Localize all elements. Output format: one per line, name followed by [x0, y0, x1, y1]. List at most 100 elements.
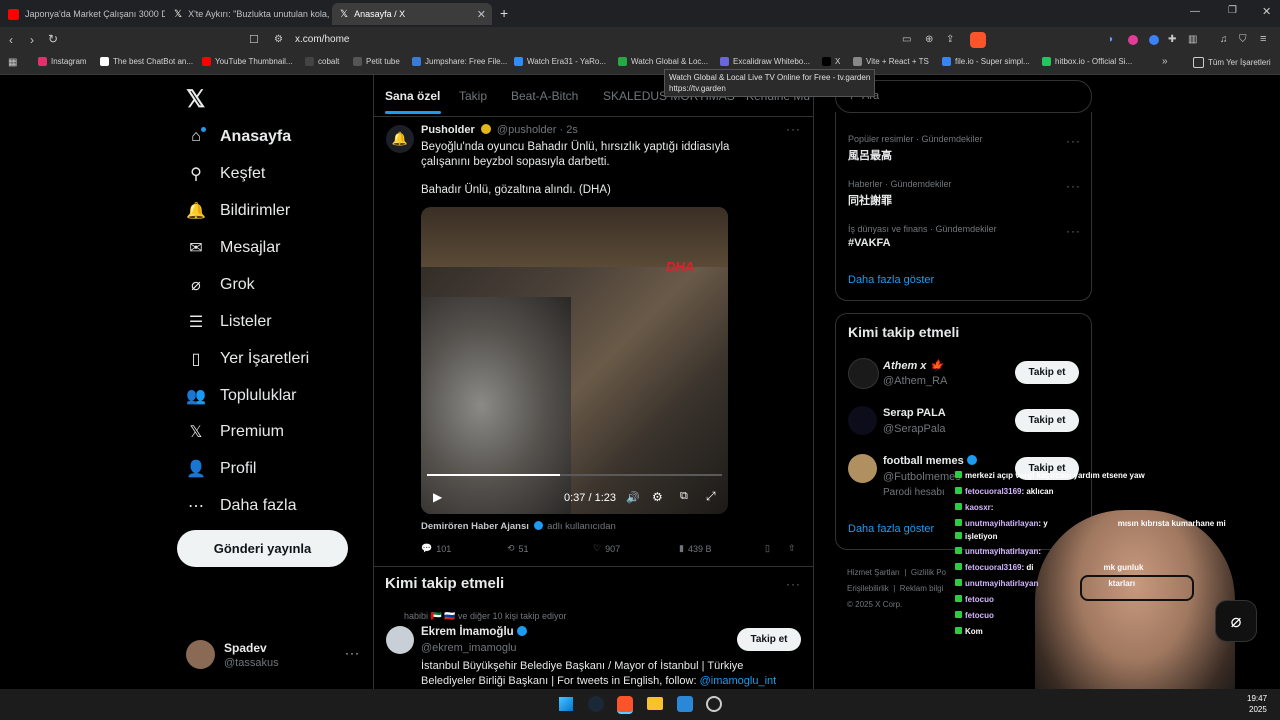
play-icon[interactable]: ▶ [433, 490, 442, 504]
suggest-handle[interactable]: @Futbolmemes [883, 471, 961, 483]
bookmark-item[interactable]: Petit tube [353, 57, 400, 66]
tab-x-aykiri[interactable]: 𝕏 X'te Aykırı: "Buzlukta unutulan kola, … [166, 3, 331, 25]
bookmark-icon[interactable]: ▯ [765, 543, 770, 554]
more-bookmarks-icon[interactable]: » [1162, 56, 1168, 68]
follow-button[interactable]: Takip et [1015, 409, 1079, 432]
tweet-author[interactable]: Pusholder [421, 124, 475, 136]
suggest-name[interactable]: football memes [883, 455, 977, 467]
new-tab-button[interactable]: + [500, 5, 508, 21]
settings-gear-icon[interactable]: ⚙ [652, 490, 663, 504]
bookmark-page-icon[interactable]: ☐ [249, 34, 259, 46]
cast-icon[interactable]: ▭ [902, 34, 911, 46]
tab-youtube[interactable]: Japonya'da Market Çalışanı 3000 Dol [0, 3, 165, 25]
avatar[interactable] [848, 406, 877, 435]
nav-item[interactable]: ⌂ Anasayfa [186, 127, 291, 147]
ekrem-avatar[interactable] [386, 626, 414, 654]
nav-item[interactable]: 👤 Profil [186, 459, 256, 479]
windows-start-icon[interactable] [559, 697, 573, 711]
bookmark-item[interactable]: Excalidraw Whitebo... [720, 57, 810, 66]
tweet-more-icon[interactable]: ··· [786, 122, 801, 136]
footer-link[interactable]: Reklam bilgi [900, 584, 944, 593]
nav-item[interactable]: ☰ Listeler [186, 312, 272, 332]
nav-item[interactable]: 🔔 Bildirimler [186, 201, 290, 221]
like-button[interactable]: ♡ 907 [593, 543, 620, 554]
share-icon[interactable]: ⇧ [788, 543, 796, 554]
nav-item[interactable]: 𝕏 Premium [186, 422, 284, 442]
nav-item[interactable]: ✉ Mesajlar [186, 238, 280, 258]
trend-item[interactable]: Popüler resimler · Gündemdekiler 風呂最高 [848, 134, 983, 163]
suggest-handle[interactable]: @SerapPala [883, 423, 946, 435]
minimize-button[interactable]: — [1190, 6, 1200, 17]
bookmark-item[interactable]: Watch Global & Loc... [618, 57, 708, 66]
avatar[interactable] [186, 640, 215, 669]
trend-more-icon[interactable]: ··· [1066, 224, 1081, 238]
suggest-handle[interactable]: @Athem_RA [883, 375, 947, 387]
tweet-time[interactable]: · 2s [559, 124, 577, 136]
nav-item[interactable]: ⋯ Daha fazla [186, 496, 297, 516]
trends-show-more[interactable]: Daha fazla göster [848, 274, 934, 286]
nav-item[interactable]: 👥 Topluluklar [186, 386, 296, 406]
reply-button[interactable]: 💬 101 [421, 543, 451, 554]
repost-button[interactable]: ⟲ 51 [507, 543, 529, 554]
apps-grid-icon[interactable]: ▦ [8, 57, 17, 69]
trend-more-icon[interactable]: ··· [1066, 134, 1081, 148]
bookmark-item[interactable]: X [822, 57, 840, 66]
zoom-icon[interactable]: ⊕ [925, 34, 933, 46]
extensions-puzzle-icon[interactable]: ✚ [1168, 34, 1176, 46]
forward-icon[interactable]: › [30, 34, 34, 46]
avatar[interactable] [848, 454, 877, 483]
fullscreen-icon[interactable]: ⤢ [706, 489, 716, 504]
nav-item[interactable]: ⌀ Grok [186, 275, 255, 295]
vpn-icon[interactable]: ⛉ [1239, 34, 1247, 46]
sidebar-icon[interactable]: ▥ [1188, 34, 1197, 46]
bookmark-item[interactable]: Watch Era31 - YaRo... [514, 57, 606, 66]
trend-item[interactable]: Haberler · Gündemdekiler 同社謝罪 [848, 179, 952, 208]
bookmark-item[interactable]: hitbox.io - Official Si... [1042, 57, 1132, 66]
nav-item[interactable]: ▯ Yer İşaretleri [186, 349, 310, 369]
reload-icon[interactable]: ↻ [48, 33, 58, 45]
footer-link[interactable]: Erişilebilirlik [847, 584, 889, 593]
footer-link[interactable]: Hizmet Şartları [847, 568, 900, 577]
video-source-name[interactable]: Demirören Haber Ajansı [421, 521, 529, 532]
extension-blue-icon[interactable] [1149, 35, 1159, 45]
post-button[interactable]: Gönderi yayınla [177, 530, 348, 567]
follow-ekrem-button[interactable]: Takip et [737, 628, 801, 651]
wtf-bio-link[interactable]: @imamoglu_int [700, 675, 777, 687]
tweet-handle[interactable]: @pusholder [497, 124, 556, 136]
pusholder-avatar-bell-icon[interactable]: 🔔 [386, 125, 414, 153]
site-settings-icon[interactable]: ⚙ [274, 34, 283, 46]
nav-item[interactable]: ⚲ Keşfet [186, 164, 265, 184]
account-menu-icon[interactable]: ··· [345, 646, 360, 660]
extension-icon[interactable]: ◗ [1108, 34, 1114, 46]
back-icon[interactable]: ‹ [9, 34, 13, 46]
steam-icon[interactable] [588, 696, 604, 712]
all-bookmarks-folder[interactable]: Tüm Yer İşaretleri [1193, 57, 1271, 68]
app-icon[interactable] [706, 696, 722, 712]
brave-icon[interactable] [617, 696, 633, 714]
share-icon[interactable]: ⇪ [946, 34, 954, 46]
suggest-name[interactable]: Serap PALA [883, 407, 946, 419]
url-field[interactable]: x.com/home [295, 34, 349, 45]
wtf-more-icon[interactable]: ··· [786, 577, 801, 591]
tab-x-home[interactable]: 𝕏 Anasayfa / X ✕ [332, 3, 492, 25]
volume-icon[interactable]: 🔊 [626, 491, 640, 504]
image-app-icon[interactable] [677, 696, 693, 712]
file-explorer-icon[interactable] [647, 697, 663, 710]
bookmark-item[interactable]: Instagram [38, 57, 87, 66]
bookmark-item[interactable]: Jumpshare: Free File... [412, 57, 507, 66]
brave-shield-icon[interactable] [970, 32, 986, 48]
grok-floating-icon[interactable]: ⌀ [1215, 600, 1257, 642]
bookmark-item[interactable]: file.io - Super simpl... [942, 57, 1030, 66]
suggest-name[interactable]: Athem x 🍁 [883, 359, 943, 372]
close-window-button[interactable]: ✕ [1262, 5, 1271, 18]
avatar[interactable] [848, 358, 879, 389]
bookmark-item[interactable]: The best ChatBot an... [100, 57, 193, 66]
bookmark-item[interactable]: Vite + React + TS [853, 57, 929, 66]
views-button[interactable]: ▮ 439 B [679, 543, 711, 554]
tab-list-1[interactable]: Beat-A-Bitch [511, 89, 578, 103]
tab-for-you[interactable]: Sana özel [385, 89, 440, 103]
restore-button[interactable]: ❐ [1228, 5, 1237, 16]
tweet-video[interactable]: DHA ▶ 0:37 / 1:23 🔊 ⚙ ⧉ ⤢ [421, 207, 728, 514]
wtf-handle[interactable]: @ekrem_imamoglu [421, 642, 517, 654]
bookmark-item[interactable]: cobalt [305, 57, 339, 66]
